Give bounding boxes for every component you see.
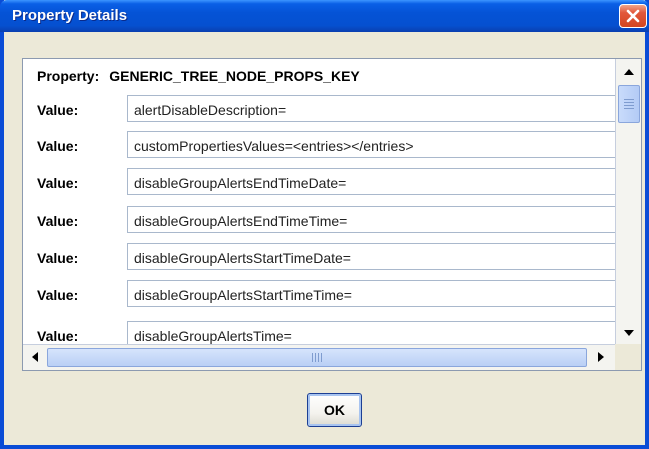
value-row: Value: disableGroupAlertsEndTimeDate= [23, 168, 615, 198]
scroll-down-button[interactable] [617, 321, 641, 343]
arrow-right-icon [598, 349, 604, 367]
value-label: Value: [37, 175, 79, 191]
scroll-up-button[interactable] [617, 60, 641, 82]
close-icon [626, 9, 640, 23]
vertical-scrollbar[interactable] [615, 59, 641, 344]
value-label: Value: [37, 250, 79, 266]
value-label: Value: [37, 287, 79, 303]
properties-viewport: Property: GENERIC_TREE_NODE_PROPS_KEY Val… [23, 59, 615, 344]
arrow-down-icon [624, 323, 634, 341]
scroll-right-button[interactable] [589, 347, 613, 369]
horizontal-scroll-thumb[interactable] [47, 348, 587, 367]
value-label: Value: [37, 328, 79, 344]
property-name: GENERIC_TREE_NODE_PROPS_KEY [109, 68, 360, 84]
value-row: Value: customPropertiesValues=<entries><… [23, 131, 615, 161]
value-field[interactable]: disableGroupAlertsEndTimeTime= [127, 206, 615, 233]
property-row: Property: GENERIC_TREE_NODE_PROPS_KEY [37, 68, 360, 84]
ok-button[interactable]: OK [307, 393, 362, 427]
value-field[interactable]: disableGroupAlertsStartTimeTime= [127, 280, 615, 307]
scrollbar-corner [615, 344, 641, 370]
value-row: Value: disableGroupAlertsStartTimeDate= [23, 243, 615, 273]
value-field[interactable]: disableGroupAlertsEndTimeDate= [127, 168, 615, 195]
value-field[interactable]: customPropertiesValues=<entries></entrie… [127, 131, 615, 158]
value-label: Value: [37, 213, 79, 229]
value-label: Value: [37, 138, 79, 154]
close-button[interactable] [619, 4, 647, 28]
value-row: Value: disableGroupAlertsStartTimeTime= [23, 280, 615, 310]
value-row: Value: disableGroupAlertsTime= [23, 321, 615, 344]
value-row: Value: alertDisableDescription= [23, 95, 615, 125]
arrow-left-icon [32, 349, 38, 367]
vertical-scroll-thumb[interactable] [618, 85, 640, 123]
scroll-left-button[interactable] [23, 347, 47, 369]
value-field[interactable]: disableGroupAlertsTime= [127, 321, 615, 344]
title-bar[interactable]: Property Details [0, 0, 649, 32]
horizontal-scrollbar[interactable] [23, 344, 615, 370]
value-field[interactable]: alertDisableDescription= [127, 95, 615, 122]
value-row: Value: disableGroupAlertsEndTimeTime= [23, 206, 615, 236]
arrow-up-icon [624, 62, 634, 80]
property-details-dialog: Property Details Property: GENERIC_TREE_N… [0, 0, 649, 449]
property-label: Property: [37, 68, 100, 84]
value-field[interactable]: disableGroupAlertsStartTimeDate= [127, 243, 615, 270]
value-label: Value: [37, 102, 79, 118]
properties-scroll-pane: Property: GENERIC_TREE_NODE_PROPS_KEY Val… [22, 58, 642, 371]
window-title: Property Details [12, 7, 128, 24]
